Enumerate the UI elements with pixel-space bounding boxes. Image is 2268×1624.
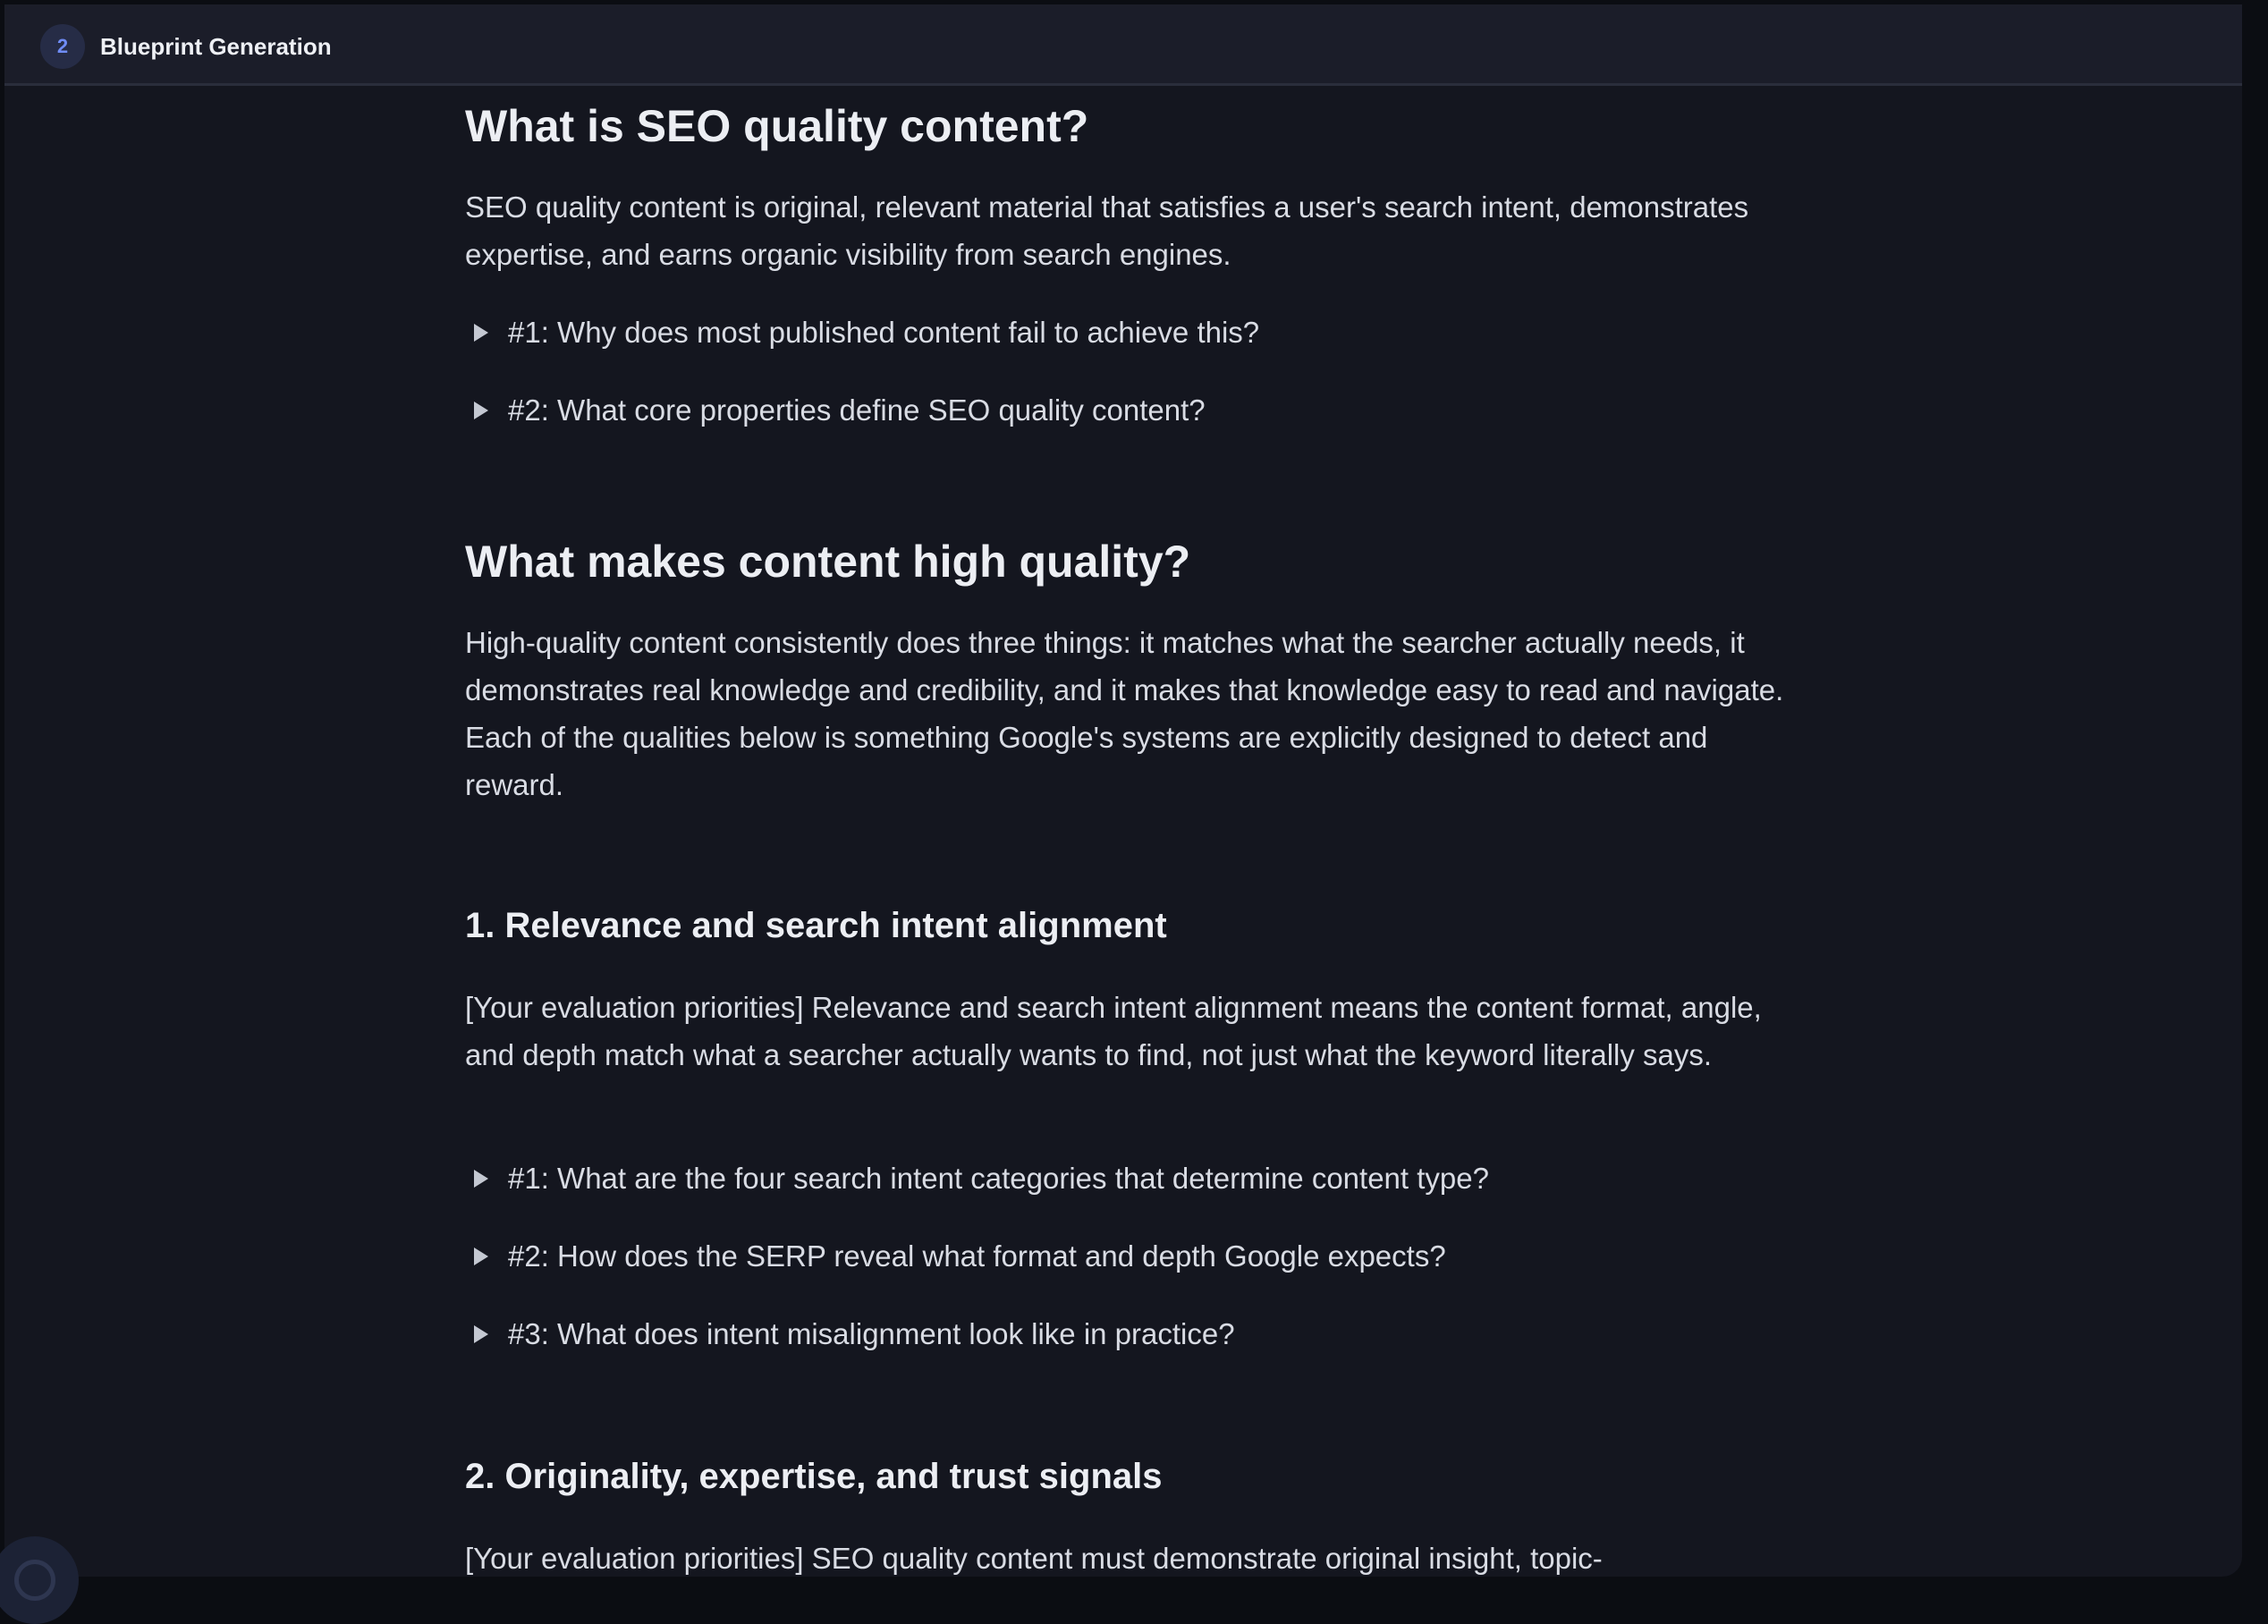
title-bar: 2 Blueprint Generation [4, 4, 2242, 86]
faq-question: #3: What does intent misalignment look l… [508, 1317, 1235, 1350]
faq-question: #1: Why does most published content fail… [508, 316, 1260, 349]
faq-question: #2: What core properties define SEO qual… [508, 393, 1206, 427]
faq-question: #2: How does the SERP reveal what format… [508, 1239, 1446, 1273]
triangle-right-icon [474, 1248, 488, 1265]
triangle-right-icon [474, 1325, 488, 1343]
faq-question: #1: What are the four search intent cate… [508, 1162, 1489, 1195]
faq-toggle[interactable]: #1: What are the four search intent cate… [474, 1156, 1489, 1201]
faq-toggle[interactable]: #3: What does intent misalignment look l… [474, 1312, 1235, 1357]
window-title: Blueprint Generation [100, 33, 332, 60]
triangle-right-icon [474, 402, 488, 419]
subsection-heading-originality: 2. Originality, expertise, and trust sig… [465, 1457, 1163, 1496]
faq-toggle[interactable]: #2: How does the SERP reveal what format… [474, 1234, 1446, 1279]
section-heading-seo-quality: What is SEO quality content? [465, 101, 1089, 151]
faq-toggle[interactable]: #2: What core properties define SEO qual… [474, 388, 1206, 433]
subsection-paragraph-relevance: [Your evaluation priorities] Relevance a… [465, 991, 1762, 1071]
triangle-right-icon [474, 324, 488, 342]
app-window: 2 Blueprint Generation What is SEO quali… [4, 4, 2242, 1577]
step-badge: 2 [40, 24, 85, 69]
subsection-paragraph-originality: [Your evaluation priorities] SEO quality… [465, 1542, 1603, 1575]
subsection-heading-relevance: 1. Relevance and search intent alignment [465, 906, 1167, 945]
section-heading-high-quality: What makes content high quality? [465, 537, 1191, 587]
section-paragraph-seo-quality: SEO quality content is original, relevan… [465, 190, 1749, 271]
section-paragraph-high-quality: High-quality content consistently does t… [465, 626, 1784, 801]
user-avatar-icon[interactable] [0, 1536, 79, 1624]
avatar-ring [14, 1560, 55, 1601]
faq-toggle[interactable]: #1: Why does most published content fail… [474, 310, 1259, 355]
triangle-right-icon [474, 1170, 488, 1188]
